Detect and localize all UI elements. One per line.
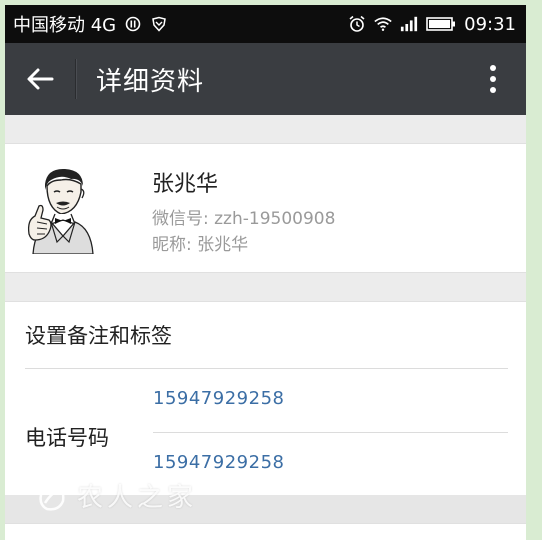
status-bar-right: 09:31 xyxy=(348,14,516,35)
screenshot-frame: 中国移动 4G 09:31 详细资料 张兆华 微信号: zzh-19500908… xyxy=(0,0,542,540)
page-title: 详细资料 xyxy=(96,66,205,97)
more-vertical-icon xyxy=(490,65,496,93)
phone-number-link[interactable]: 15947929258 xyxy=(153,388,284,409)
notification-icon xyxy=(124,15,142,33)
nickname: 昵称: 张兆华 xyxy=(152,235,249,255)
status-bar: 中国移动 4G 09:31 xyxy=(5,5,526,43)
alarm-icon xyxy=(348,15,366,33)
profile-card[interactable]: 张兆华 微信号: zzh-19500908 昵称: 张兆华 xyxy=(5,143,526,273)
contact-name: 张兆华 xyxy=(152,172,219,197)
section-spacer xyxy=(5,273,526,301)
carrier-label: 中国移动 4G xyxy=(13,15,117,36)
phone-number-link[interactable]: 15947929258 xyxy=(153,452,284,473)
next-section-card xyxy=(5,523,526,540)
watermark-text: 农人之家 xyxy=(77,483,198,513)
back-arrow-icon xyxy=(27,68,54,90)
more-options-button[interactable] xyxy=(478,43,508,115)
watermark-logo-icon xyxy=(39,479,65,511)
section-spacer xyxy=(5,115,526,143)
battery-icon xyxy=(426,15,456,33)
app-bar: 详细资料 xyxy=(5,43,526,115)
avatar[interactable] xyxy=(25,162,101,255)
watermark: 农人之家 xyxy=(35,477,197,514)
set-remark-and-tags-button[interactable]: 设置备注和标签 xyxy=(5,302,526,368)
clock-time: 09:31 xyxy=(464,13,516,35)
wechat-id: 微信号: zzh-19500908 xyxy=(152,209,336,229)
phone-number-label: 电话号码 xyxy=(25,426,109,450)
app-bar-divider xyxy=(75,59,76,99)
wifi-icon xyxy=(374,15,392,33)
status-bar-left: 中国移动 4G xyxy=(13,11,168,37)
phone-screen: 中国移动 4G 09:31 详细资料 张兆华 微信号: zzh-19500908… xyxy=(5,5,526,540)
signal-icon xyxy=(400,15,418,33)
details-section: 设置备注和标签 电话号码 15947929258 15947929258 xyxy=(5,301,526,502)
divider xyxy=(25,368,508,369)
shield-icon xyxy=(150,15,168,33)
back-button[interactable] xyxy=(5,43,75,115)
divider xyxy=(153,432,508,433)
